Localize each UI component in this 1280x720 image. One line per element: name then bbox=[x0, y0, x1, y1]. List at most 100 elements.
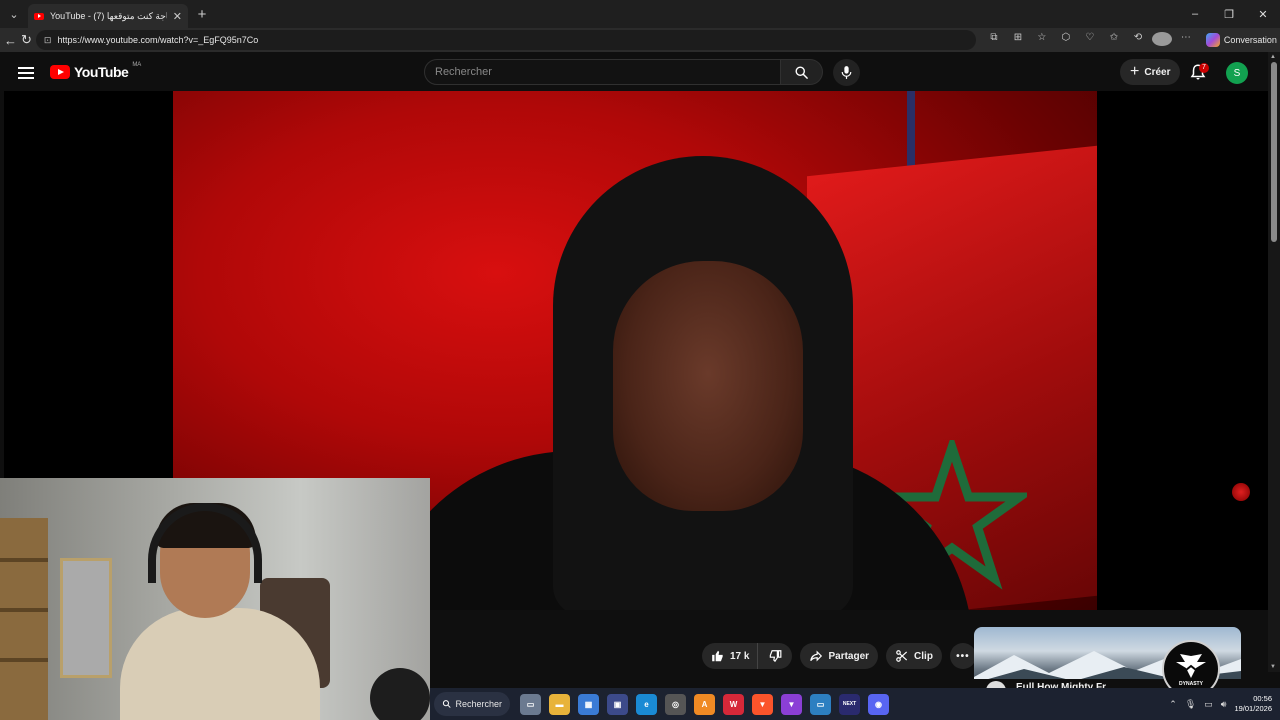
like-count: 17 k bbox=[730, 650, 750, 662]
edge-icon[interactable]: e bbox=[636, 693, 657, 715]
microphone-tray-icon[interactable]: 🎙︎ bbox=[1185, 699, 1196, 710]
history-icon[interactable]: ⟲ bbox=[1128, 32, 1148, 49]
browser-tab-strip: ⌄ YouTube - (7) أخر حاجة كنت متوقعها ✕ +… bbox=[0, 0, 1280, 28]
video-actions: 17 k Partager Clip ••• bbox=[702, 643, 976, 669]
conversation-label: Conversation bbox=[1223, 35, 1277, 45]
search-button[interactable] bbox=[781, 59, 823, 85]
file-explorer-icon[interactable]: ▬ bbox=[549, 693, 570, 715]
youtube-play-icon bbox=[50, 65, 70, 79]
share-icon bbox=[810, 650, 823, 662]
thumbs-up-icon bbox=[712, 650, 723, 662]
favorite-star-icon[interactable]: ☆ bbox=[1032, 32, 1052, 49]
search-icon bbox=[795, 66, 808, 79]
scrollbar-thumb[interactable] bbox=[1271, 62, 1277, 242]
next-app-icon[interactable]: NEXT bbox=[839, 693, 860, 715]
app-available-icon[interactable]: ⊞ bbox=[1008, 32, 1028, 49]
translate-icon[interactable]: ⧉ bbox=[984, 32, 1004, 49]
extensions-icon[interactable]: ⬡ bbox=[1056, 32, 1076, 49]
country-code: MA bbox=[132, 62, 142, 68]
system-tray: ⌃ 🎙︎ ▭ 🔊︎ 00:56 19/01/2026 bbox=[1169, 694, 1280, 714]
thumbs-down-icon bbox=[770, 650, 782, 663]
streamer-body bbox=[120, 608, 320, 720]
create-label: Créer bbox=[1144, 66, 1171, 78]
network-icon[interactable]: ▭ bbox=[1204, 699, 1213, 710]
stream-logo-text: DYNASTY bbox=[1179, 680, 1203, 687]
refresh-icon[interactable]: ↻ bbox=[21, 30, 32, 50]
youtube-logo[interactable]: YouTube MA bbox=[50, 62, 142, 80]
foreground-object bbox=[370, 668, 430, 720]
tray-overflow-icon[interactable]: ⌃ bbox=[1169, 699, 1177, 710]
scroll-up-icon[interactable]: ▲ bbox=[1270, 54, 1276, 60]
settings-more-icon[interactable]: ⋯ bbox=[1176, 32, 1196, 49]
youtube-logo-text: YouTube bbox=[74, 64, 129, 80]
copilot-icon bbox=[1205, 33, 1220, 47]
clock-date: 19/01/2026 bbox=[1234, 704, 1272, 713]
taskbar-clock[interactable]: 00:56 19/01/2026 bbox=[1234, 694, 1272, 714]
clip-button[interactable]: Clip bbox=[886, 643, 942, 669]
profile-icon[interactable] bbox=[1151, 31, 1172, 49]
tab-close-icon[interactable]: ✕ bbox=[173, 10, 182, 23]
browser-essentials-icon[interactable]: ♡ bbox=[1080, 32, 1100, 49]
account-avatar[interactable]: S bbox=[1226, 62, 1248, 84]
search-bar bbox=[424, 59, 823, 85]
close-window-button[interactable]: ✕ bbox=[1246, 8, 1280, 21]
browser-toolbar-icons: ⧉ ⊞ ☆ ⬡ ♡ ✩ ⟲ ⋯ bbox=[984, 31, 1196, 49]
voice-search-button[interactable] bbox=[833, 59, 860, 86]
scissors-icon bbox=[896, 650, 908, 662]
more-actions-button[interactable]: ••• bbox=[949, 643, 976, 669]
notification-count-badge: 7 bbox=[1199, 63, 1209, 73]
store-icon[interactable]: ▦ bbox=[578, 693, 599, 715]
share-label: Partager bbox=[828, 650, 870, 662]
plus-icon: + bbox=[1130, 63, 1140, 80]
minimize-button[interactable]: – bbox=[1178, 8, 1212, 21]
taskbar-search-label: Rechercher bbox=[455, 699, 502, 709]
url-text: https://www.youtube.com/watch?v=_EgFQ95n… bbox=[57, 35, 259, 45]
discord-icon[interactable]: ◉ bbox=[868, 693, 889, 715]
dislike-button[interactable] bbox=[758, 643, 793, 669]
clock-time: 00:56 bbox=[1253, 694, 1272, 703]
collections-icon[interactable]: ✩ bbox=[1104, 32, 1124, 49]
copilot-conversation-button[interactable]: Conversation bbox=[1200, 33, 1280, 47]
restore-button[interactable]: ❐ bbox=[1212, 8, 1246, 21]
menu-icon[interactable] bbox=[18, 64, 34, 80]
brave-nightly-icon[interactable]: ▼ bbox=[781, 693, 802, 715]
taskbar-search[interactable]: Rechercher bbox=[434, 692, 510, 716]
windows-taskbar: Rechercher ▭ ▬ ▦ ▣ e ◎ A W ▼ ▼ ▭ NEXT ◉ ⌃ 🎙︎ ▭ 🔊︎ 00… bbox=[430, 688, 1280, 720]
app-a-icon[interactable]: A bbox=[694, 693, 715, 715]
like-button[interactable]: 17 k bbox=[702, 643, 759, 669]
recording-indicator-icon bbox=[1232, 483, 1250, 501]
window-controls: – ❐ ✕ bbox=[1178, 8, 1280, 21]
youtube-favicon-icon bbox=[34, 12, 44, 20]
scroll-down-icon[interactable]: ▼ bbox=[1270, 664, 1276, 670]
taskbar-search-icon bbox=[442, 700, 451, 708]
tab-actions-icon[interactable]: ⌄ bbox=[0, 0, 28, 28]
url-field[interactable]: ⊡ https://www.youtube.com/watch?v=_EgFQ9… bbox=[35, 30, 976, 50]
page-scrollbar[interactable]: ▲ ▼ bbox=[1268, 52, 1280, 672]
brave-icon[interactable]: ▼ bbox=[752, 693, 773, 715]
app-w-icon[interactable]: W bbox=[723, 693, 744, 715]
microphone-icon bbox=[841, 66, 852, 79]
taskbar-apps: ▭ ▬ ▦ ▣ e ◎ A W ▼ ▼ ▭ NEXT ◉ bbox=[520, 693, 889, 715]
phoenix-icon bbox=[1176, 653, 1206, 678]
site-info-icon[interactable]: ⊡ bbox=[44, 35, 52, 46]
widget-app-icon[interactable]: ▣ bbox=[607, 693, 628, 715]
tab-title: YouTube - (7) أخر حاجة كنت متوقعها bbox=[50, 10, 167, 21]
share-button[interactable]: Partager bbox=[800, 643, 879, 669]
back-icon[interactable]: ← bbox=[4, 30, 17, 50]
webcam-overlay bbox=[0, 478, 430, 720]
windows-app-icon[interactable]: ▭ bbox=[810, 693, 831, 715]
video-person-face bbox=[613, 261, 803, 511]
create-button[interactable]: + Créer bbox=[1120, 59, 1181, 85]
address-bar-row: ← ↻ ⊡ https://www.youtube.com/watch?v=_E… bbox=[0, 28, 1280, 52]
volume-icon[interactable]: 🔊︎ bbox=[1221, 699, 1227, 710]
youtube-header: YouTube MA + Créer S bbox=[0, 52, 1268, 92]
chrome-icon[interactable]: ◎ bbox=[665, 693, 686, 715]
mirror bbox=[60, 558, 112, 678]
browser-tab-youtube[interactable]: YouTube - (7) أخر حاجة كنت متوقعها ✕ bbox=[28, 4, 188, 28]
search-input[interactable] bbox=[424, 59, 781, 85]
task-view-icon[interactable]: ▭ bbox=[520, 693, 541, 715]
new-tab-button[interactable]: + bbox=[188, 6, 216, 23]
shelf bbox=[0, 518, 48, 720]
like-dislike-group: 17 k bbox=[702, 643, 793, 669]
clip-label: Clip bbox=[914, 650, 933, 662]
